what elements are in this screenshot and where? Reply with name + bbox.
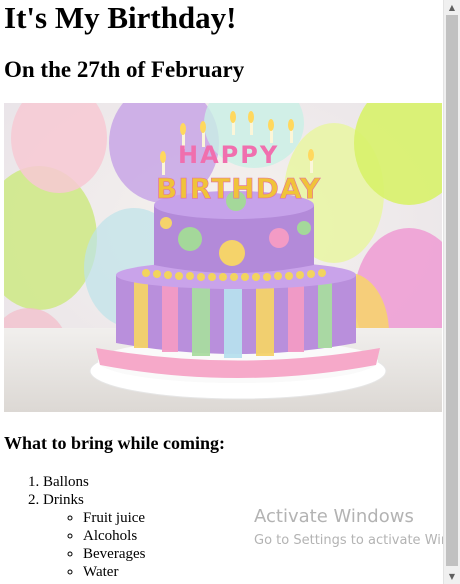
list-item-drinks: Drinks — [43, 492, 84, 508]
scroll-down-arrow-icon[interactable]: ▼ — [444, 569, 460, 584]
activate-windows-watermark: Activate Windows Go to Settings to activ… — [254, 505, 443, 551]
sublist-item: Fruit juice — [83, 509, 145, 527]
bring-list: Ballons Drinks Fruit juice Alcohols Beve… — [0, 473, 145, 581]
scroll-up-arrow-icon[interactable]: ▲ — [444, 0, 460, 15]
bring-list-heading: What to bring while coming: — [4, 433, 226, 453]
scrollbar-thumb[interactable] — [446, 15, 458, 566]
watermark-subtitle: Go to Settings to activate Windows. — [254, 533, 443, 548]
list-item: Drinks Fruit juice Alcohols Beverages Wa… — [43, 491, 145, 581]
page-subtitle: On the 27th of February — [4, 57, 245, 82]
candle-letters-happy: HAPPY — [178, 141, 279, 169]
drinks-sublist: Fruit juice Alcohols Beverages Water — [43, 509, 145, 581]
sublist-item: Alcohols — [83, 527, 145, 545]
sublist-item: Water — [83, 563, 145, 581]
page: It's My Birthday! On the 27th of Februar… — [0, 0, 443, 584]
candle-letters-birthday: BIRTHDAY — [156, 172, 321, 205]
page-title: It's My Birthday! — [4, 0, 237, 35]
list-item-ballons: Ballons — [43, 474, 89, 490]
list-item: Ballons — [43, 473, 145, 491]
vertical-scrollbar[interactable]: ▲ ▼ — [443, 0, 460, 584]
sublist-item: Beverages — [83, 545, 145, 563]
watermark-title: Activate Windows — [254, 506, 414, 527]
birthday-cake-image: HAPPY BIRTHDAY — [4, 103, 442, 412]
